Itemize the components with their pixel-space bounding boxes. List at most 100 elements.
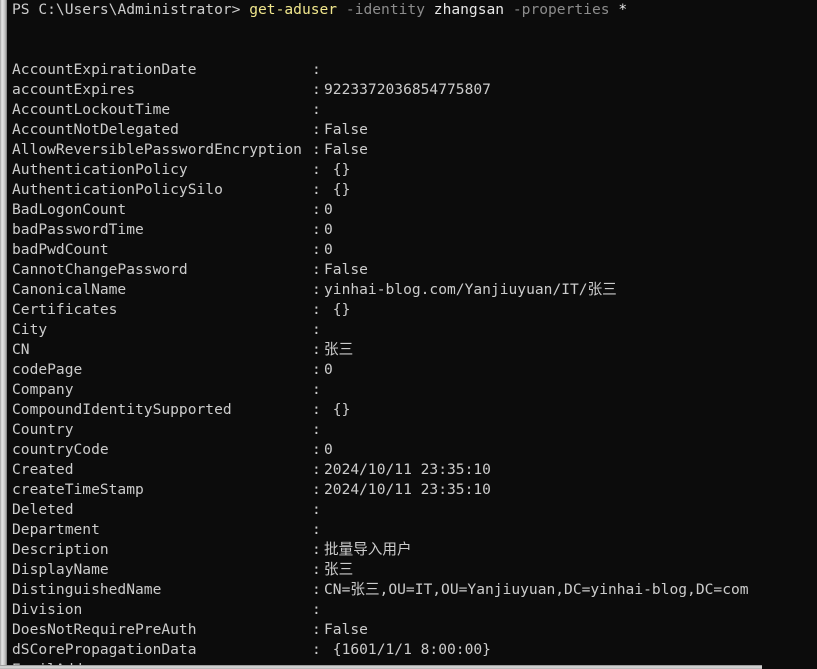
property-row: AllowReversiblePasswordEncryption: False (7, 140, 817, 160)
property-name: AccountNotDelegated (12, 121, 179, 138)
property-value: {} (324, 181, 351, 198)
property-name: DisplayName (12, 561, 109, 578)
property-separator: : (312, 561, 321, 578)
property-separator: : (312, 301, 321, 318)
property-value: 张三 (324, 341, 354, 358)
property-name: CN (12, 341, 30, 358)
property-row: Country: (7, 420, 817, 440)
property-row: AccountExpirationDate: (7, 60, 817, 80)
property-separator: : (312, 541, 321, 558)
aduser-property-list: AccountExpirationDate: accountExpires:922… (7, 60, 817, 669)
property-row: AccountNotDelegated: False (7, 120, 817, 140)
property-row: CN: 张三 (7, 340, 817, 360)
arg-properties: * (618, 1, 628, 18)
property-separator: : (312, 361, 321, 378)
property-name: Description (12, 541, 109, 558)
property-value: False (324, 121, 368, 138)
property-name: badPwdCount (12, 241, 109, 258)
window-bottom-border (0, 665, 762, 669)
property-name: CanonicalName (12, 281, 127, 298)
property-separator: : (312, 261, 321, 278)
property-separator: : (312, 621, 321, 638)
property-separator: : (312, 201, 321, 218)
property-value: 批量导入用户 (324, 541, 412, 558)
property-separator: : (312, 461, 321, 478)
property-row: Department: (7, 520, 817, 540)
property-separator: : (312, 401, 321, 418)
property-value: {} (324, 301, 351, 318)
property-separator: : (312, 161, 321, 178)
property-separator: : (312, 421, 321, 438)
property-name: AuthenticationPolicy (12, 161, 188, 178)
property-value: 0 (324, 241, 333, 258)
property-separator: : (312, 321, 321, 338)
property-name: Certificates (12, 301, 118, 318)
property-value: 0 (324, 221, 333, 238)
property-value: {} (324, 401, 351, 418)
property-name: Country (12, 421, 74, 438)
property-name: AccountLockoutTime (12, 101, 171, 118)
property-name: CompoundIdentitySupported (12, 401, 232, 418)
property-name: Deleted (12, 501, 74, 518)
property-value: 2024/10/11 23:35:10 (324, 481, 491, 498)
property-name: DistinguishedName (12, 581, 162, 598)
property-row: Created:2024/10/11 23:35:10 (7, 460, 817, 480)
property-separator: : (312, 81, 321, 98)
console-output-area[interactable]: PS C:\Users\Administrator> get-aduser -i… (7, 0, 817, 669)
powershell-console-window[interactable]: 7 PS C:\Users\Administrator> get-aduser … (0, 0, 817, 669)
property-name: DoesNotRequirePreAuth (12, 621, 197, 638)
property-name: City (12, 321, 48, 338)
property-separator: : (312, 101, 321, 118)
property-separator: : (312, 641, 321, 658)
property-name: accountExpires (12, 81, 136, 98)
property-row: DistinguishedName: CN=张三,OU=IT,OU=Yanjiuy… (7, 580, 817, 600)
property-separator: : (312, 481, 321, 498)
prompt-line[interactable]: PS C:\Users\Administrator> get-aduser -i… (7, 0, 817, 20)
property-separator: : (312, 601, 321, 618)
property-separator: : (312, 581, 321, 598)
property-separator: : (312, 241, 321, 258)
property-name: AccountExpirationDate (12, 61, 197, 78)
property-name: Company (12, 381, 74, 398)
property-name: AllowReversiblePasswordEncryption (12, 141, 302, 158)
property-value: yinhai-blog.com/Yanjiuyuan/IT/张三 (324, 281, 617, 298)
property-name: Division (12, 601, 83, 618)
property-value: 2024/10/11 23:35:10 (324, 461, 491, 478)
property-row: DisplayName: 张三 (7, 560, 817, 580)
property-name: AuthenticationPolicySilo (12, 181, 223, 198)
property-value: 0 (324, 361, 333, 378)
property-separator: : (312, 441, 321, 458)
property-name: dSCorePropagationData (12, 641, 197, 658)
property-row: DoesNotRequirePreAuth: False (7, 620, 817, 640)
param-properties: -properties (512, 1, 610, 18)
property-name: badPasswordTime (12, 221, 144, 238)
property-separator: : (312, 521, 321, 538)
property-value: {1601/1/1 8:00:00} (324, 641, 491, 658)
property-separator: : (312, 341, 321, 358)
property-row: countryCode:0 (7, 440, 817, 460)
property-name: CannotChangePassword (12, 261, 188, 278)
property-separator: : (312, 181, 321, 198)
property-value: {} (324, 161, 351, 178)
property-row: badPwdCount:0 (7, 240, 817, 260)
property-name: countryCode (12, 441, 109, 458)
property-row: createTimeStamp:2024/10/11 23:35:10 (7, 480, 817, 500)
property-name: createTimeStamp (12, 481, 144, 498)
property-row: AuthenticationPolicySilo: {} (7, 180, 817, 200)
window-left-border (0, 0, 7, 669)
property-row: Deleted: (7, 500, 817, 520)
property-row: codePage:0 (7, 360, 817, 380)
property-name: Created (12, 461, 74, 478)
property-name: Department (12, 521, 100, 538)
property-row: AuthenticationPolicy: {} (7, 160, 817, 180)
property-row: CannotChangePassword: False (7, 260, 817, 280)
property-value: False (324, 141, 368, 158)
property-value: CN=张三,OU=IT,OU=Yanjiuyuan,DC=yinhai-blog… (324, 581, 749, 598)
property-row: CompoundIdentitySupported: {} (7, 400, 817, 420)
